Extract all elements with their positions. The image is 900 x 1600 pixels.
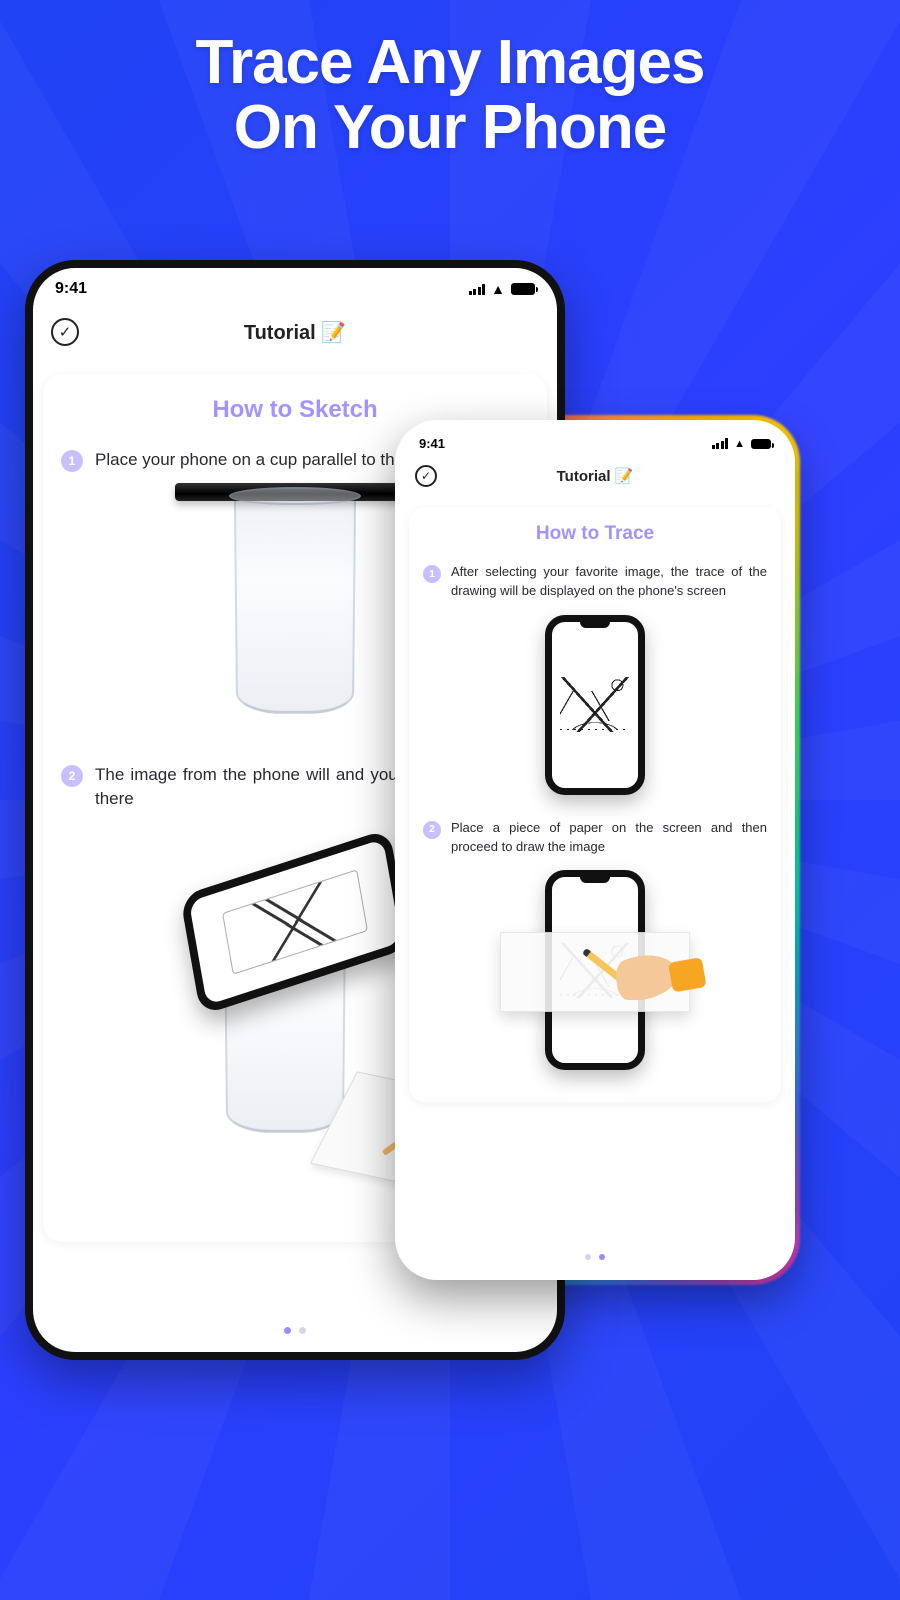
glass-cup-icon: [235, 493, 355, 723]
hero-line-2: On Your Phone: [234, 93, 667, 162]
cellular-icon: [469, 284, 486, 295]
card-title: How to Trace: [423, 523, 767, 545]
screen-header: ✓ Tutorial 📝: [33, 304, 557, 360]
page-dot[interactable]: [599, 1254, 605, 1260]
header-title: Tutorial 📝: [401, 467, 789, 485]
tutorial-card: How to Trace 1 After selecting your favo…: [409, 507, 781, 1102]
mountain-sketch-icon: [560, 677, 630, 732]
cellular-icon: [712, 438, 729, 449]
wifi-icon: ▲︎: [491, 281, 505, 297]
page-dot[interactable]: [284, 1327, 291, 1334]
step-1: 1 After selecting your favorite image, t…: [423, 563, 767, 601]
page-indicator[interactable]: [33, 1327, 557, 1334]
screen-header: ✓ Tutorial 📝: [401, 455, 789, 497]
step-text: Place your phone on a cup parallel to th…: [95, 448, 446, 473]
page-indicator[interactable]: [401, 1254, 789, 1260]
status-bar: 9:41 ▲︎: [401, 426, 789, 455]
step-text: After selecting your favorite image, the…: [451, 563, 767, 601]
battery-icon: [511, 283, 535, 295]
status-time: 9:41: [55, 280, 87, 298]
step-number: 2: [61, 765, 83, 787]
check-circle-icon[interactable]: ✓: [51, 318, 79, 346]
step-number: 1: [423, 565, 441, 583]
step-number: 1: [61, 450, 83, 472]
illustration-paper-over-phone: [423, 870, 767, 1080]
status-time: 9:41: [419, 436, 445, 451]
page-dot[interactable]: [585, 1254, 591, 1260]
hero-title: Trace Any Images On Your Phone: [0, 30, 900, 160]
check-circle-icon[interactable]: ✓: [415, 465, 437, 487]
sketch-icon: [222, 869, 369, 975]
status-bar: 9:41 ▲︎: [33, 268, 557, 304]
mini-phone-icon: [545, 615, 645, 795]
illustration-trace-on-screen: [423, 615, 767, 795]
wifi-icon: ▲︎: [734, 438, 745, 450]
hero-line-1: Trace Any Images: [196, 28, 705, 97]
battery-icon: [751, 439, 771, 449]
step-number: 2: [423, 821, 441, 839]
header-title: Tutorial 📝: [33, 320, 557, 345]
step-2: 2 Place a piece of paper on the screen a…: [423, 819, 767, 857]
page-dot[interactable]: [299, 1327, 306, 1334]
step-text: Place a piece of paper on the screen and…: [451, 819, 767, 857]
phone-mockup-front: 9:41 ▲︎ ✓ Tutorial 📝 How to Trace 1 Afte…: [395, 420, 795, 1280]
